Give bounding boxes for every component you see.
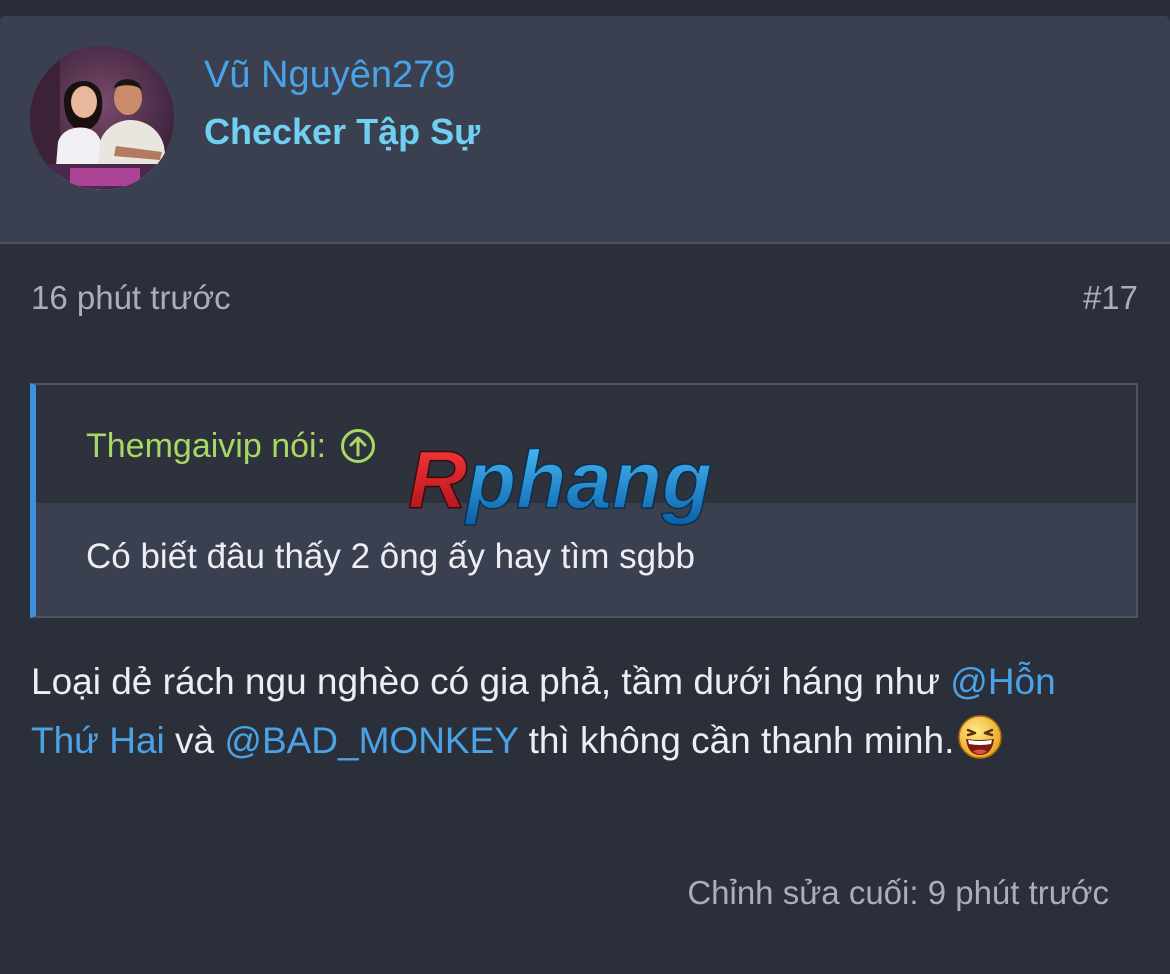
quote-author-link[interactable]: Themgaivip nói:	[86, 425, 376, 467]
quote-author-label: Themgaivip nói:	[86, 427, 327, 465]
user-card: Vũ Nguyên279 Checker Tập Sự	[0, 16, 1170, 244]
arrow-up-circle-icon[interactable]	[340, 428, 376, 464]
post-message: Loại dẻ rách ngu nghèo có gia phả, tầm d…	[31, 652, 1111, 770]
top-divider	[0, 0, 1170, 16]
svg-text:phang: phang	[464, 436, 712, 526]
avatar-photo	[30, 46, 174, 190]
username-link[interactable]: Vũ Nguyên279	[204, 52, 455, 98]
user-rank-title: Checker Tập Sự	[204, 111, 481, 152]
svg-text:R: R	[408, 436, 467, 526]
avatar[interactable]	[30, 46, 174, 190]
message-text: thì không cần thanh minh.	[518, 720, 955, 761]
message-text: Loại dẻ rách ngu nghèo có gia phả, tầm d…	[31, 661, 951, 702]
post-number-link[interactable]: #17	[1083, 278, 1138, 318]
mention-link[interactable]: @BAD_MONKEY	[224, 720, 518, 761]
watermark-logo: R phang	[407, 434, 768, 536]
quote-text: Có biết đâu thấy 2 ông ấy hay tìm sgbb	[86, 537, 695, 576]
thread-post-page: Vũ Nguyên279 Checker Tập Sự 16 phút trướ…	[0, 0, 1170, 974]
last-edited-note: Chỉnh sửa cuối: 9 phút trước	[687, 874, 1109, 911]
message-text: và	[164, 720, 225, 761]
laughing-emoji-icon	[956, 713, 1004, 761]
post-timestamp[interactable]: 16 phút trước	[31, 278, 231, 318]
